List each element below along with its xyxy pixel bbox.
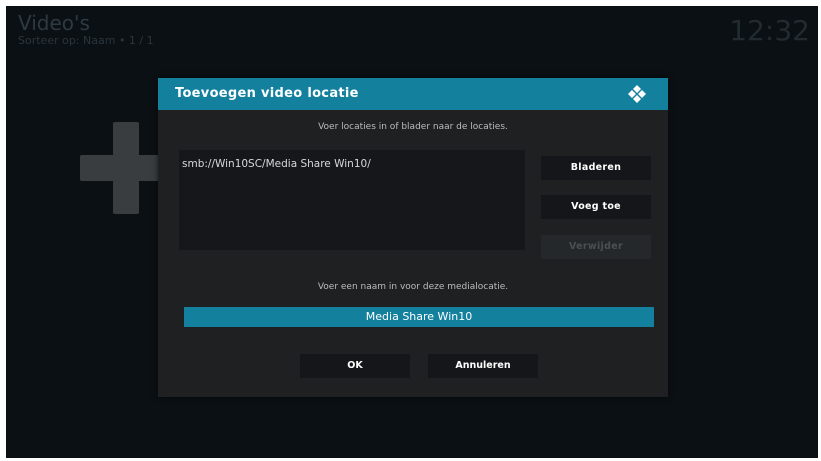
ok-button[interactable]: OK [300,354,410,378]
path-list[interactable]: smb://Win10SC/Media Share Win10/ [179,150,525,250]
header-info: Video's Sorteer op: Naam • 1 / 1 [18,12,154,48]
browse-button[interactable]: Bladeren [541,156,651,180]
dialog-header: Toevoegen video locatie [158,78,668,110]
add-button[interactable]: Voeg toe [541,195,651,219]
name-instruction: Voer een naam in voor deze medialocatie. [317,282,509,292]
cancel-button[interactable]: Annuleren [428,354,538,378]
kodi-logo-icon [628,85,646,103]
dialog-title: Toevoegen video locatie [175,86,359,101]
media-center-screen: Video's Sorteer op: Naam • 1 / 1 12:32 T… [6,6,818,458]
page-title: Video's [18,11,90,35]
clock: 12:32 [729,14,810,47]
remove-button[interactable]: Verwijder [541,235,651,259]
add-video-source-dialog: Toevoegen video locatie Voer locaties in… [158,78,668,397]
paths-instruction: Voer locaties in of blader naar de locat… [318,122,508,132]
path-list-item[interactable]: smb://Win10SC/Media Share Win10/ [182,158,371,170]
sort-info: Sorteer op: Naam • 1 / 1 [18,34,154,47]
source-name-input[interactable] [184,307,654,327]
